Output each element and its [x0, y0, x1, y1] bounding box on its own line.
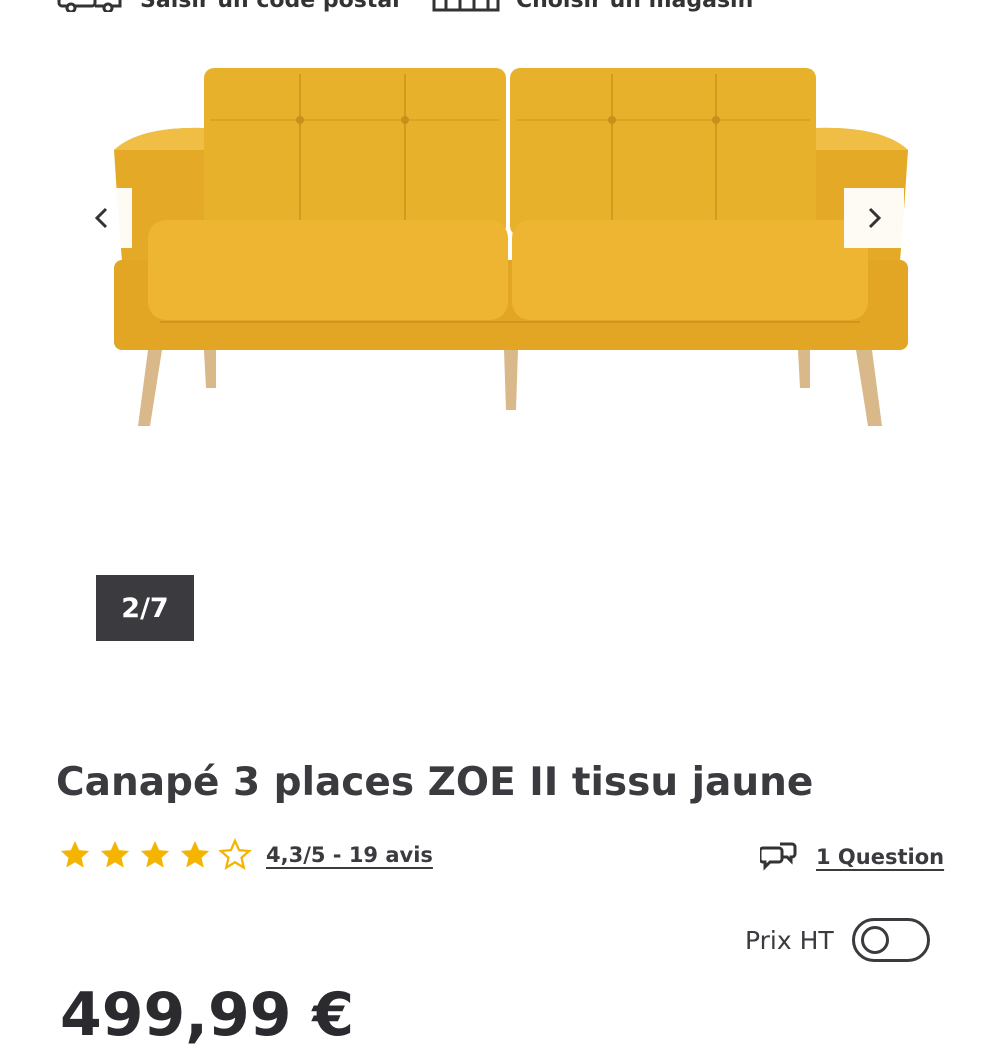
gallery-prev-button[interactable] [72, 188, 132, 248]
product-image [114, 68, 908, 426]
delivery-truck-icon [56, 0, 126, 18]
star-filled-icon [140, 840, 170, 868]
postcode-label: Saisir un code postal [140, 0, 400, 13]
store-option[interactable]: Choisir un magasin [432, 0, 753, 18]
star-filled-icon [180, 840, 210, 868]
star-filled-icon [100, 840, 130, 868]
store-label: Choisir un magasin [516, 0, 754, 13]
product-rating: 4,3/5 - 19 avis [58, 838, 433, 872]
chevron-right-icon [868, 207, 882, 229]
prix-ht-label: Prix HT [745, 925, 834, 955]
questions-link[interactable]: 1 Question [760, 840, 944, 874]
star-empty-icon [218, 838, 252, 870]
prix-ht-toggle[interactable] [851, 918, 930, 962]
gallery-counter: 2/7 [96, 575, 194, 641]
postcode-option[interactable]: Saisir un code postal [56, 0, 400, 18]
product-price: 499,99 € [60, 980, 355, 1050]
store-icon [432, 0, 502, 18]
reviews-link[interactable]: 4,3/5 - 19 avis [266, 843, 433, 867]
gallery-next-button[interactable] [844, 188, 904, 248]
prix-ht-control: Prix HT [745, 918, 930, 962]
chevron-left-icon [94, 207, 108, 229]
chat-bubbles-icon [760, 842, 797, 871]
product-title: Canapé 3 places ZOE II tissu jaune [56, 760, 814, 805]
star-filled-icon [60, 840, 90, 868]
question-link-label: 1 Question [816, 845, 945, 869]
toggle-knob [860, 926, 889, 954]
delivery-options-bar: Saisir un code postal Choisir un magasin [0, 0, 1000, 14]
